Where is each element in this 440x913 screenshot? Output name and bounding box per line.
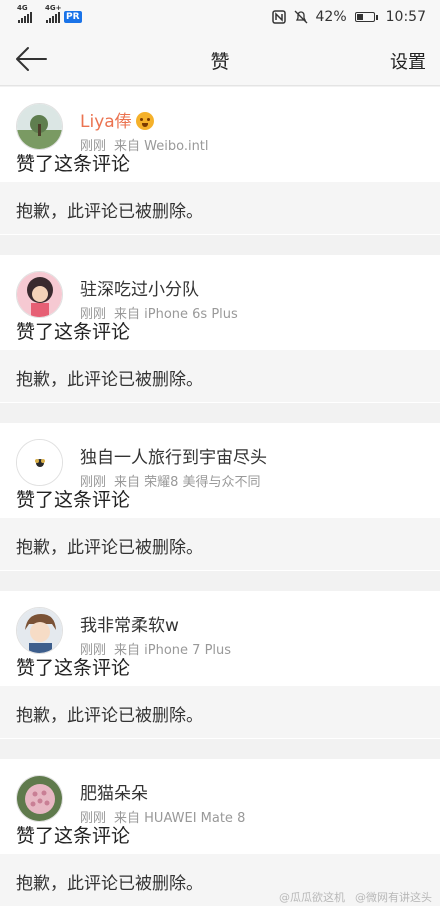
deleted-comment[interactable]: 抱歉，此评论已被删除。 xyxy=(0,350,440,402)
username[interactable]: Liya俸 xyxy=(80,107,154,132)
avatar[interactable] xyxy=(16,775,63,822)
signal-icon: 4G+ xyxy=(45,4,61,23)
network-type-label: 4G xyxy=(17,4,28,12)
username[interactable]: 驻深吃过小分队 xyxy=(80,275,199,300)
like-notification[interactable]: Liya俸 刚刚 来自 Weibo.intl 赞了这条评论 抱歉，此评论已被删除。 xyxy=(0,87,440,235)
like-action-text: 赞了这条评论 xyxy=(16,657,131,679)
watermark-right: @微网有讲这头 xyxy=(355,891,432,904)
clock: 10:57 xyxy=(385,9,426,25)
source-label: 来自 荣耀8 美得与众不同 xyxy=(114,475,261,490)
network-type-label: 4G+ xyxy=(45,4,62,12)
source-label: 来自 HUAWEI Mate 8 xyxy=(114,811,246,826)
nav-bar: 赞 设置 xyxy=(0,34,440,86)
status-left: 4G 4G+ PR xyxy=(17,4,82,23)
like-action-text: 赞了这条评论 xyxy=(16,153,131,175)
watermark-left: @瓜瓜欲这机 xyxy=(279,891,345,904)
signal-icon: 4G xyxy=(17,4,32,23)
avatar[interactable] xyxy=(16,439,63,486)
deleted-comment[interactable]: 抱歉，此评论已被删除。 xyxy=(0,686,440,738)
username[interactable]: 肥猫朵朵 xyxy=(80,779,148,804)
source-label: 来自 iPhone 7 Plus xyxy=(114,643,232,658)
watermark: @瓜瓜欲这机 @微网有讲这头 xyxy=(279,889,432,905)
mute-icon xyxy=(294,10,307,24)
like-notification[interactable]: 独自一人旅行到宇宙尽头 刚刚 来自 荣耀8 美得与众不同 赞了这条评论 抱歉，此评… xyxy=(0,423,440,571)
source-label: 来自 iPhone 6s Plus xyxy=(114,307,238,322)
avatar[interactable] xyxy=(16,271,63,318)
like-action-text: 赞了这条评论 xyxy=(16,321,131,343)
battery-icon xyxy=(354,12,378,22)
like-action-text: 赞了这条评论 xyxy=(16,489,131,511)
avatar[interactable] xyxy=(16,103,63,150)
status-right: 42% 10:57 xyxy=(271,9,426,25)
pr-badge: PR xyxy=(64,11,82,23)
like-notification[interactable]: 驻深吃过小分队 刚刚 来自 iPhone 6s Plus 赞了这条评论 抱歉，此评… xyxy=(0,255,440,403)
battery-percent: 42% xyxy=(315,9,347,25)
deleted-comment[interactable]: 抱歉，此评论已被删除。 xyxy=(0,182,440,234)
like-action-text: 赞了这条评论 xyxy=(16,825,131,847)
emoji-icon xyxy=(135,112,154,130)
deleted-comment[interactable]: 抱歉，此评论已被删除。 xyxy=(0,518,440,570)
nfc-icon xyxy=(271,10,286,24)
username[interactable]: 我非常柔软w xyxy=(80,611,179,636)
status-bar: 4G 4G+ PR 42% 10:57 xyxy=(0,0,440,34)
like-notification[interactable]: 我非常柔软w 刚刚 来自 iPhone 7 Plus 赞了这条评论 抱歉，此评论已… xyxy=(0,591,440,739)
settings-button[interactable]: 设置 xyxy=(390,48,426,74)
page-title: 赞 xyxy=(210,51,230,73)
username[interactable]: 独自一人旅行到宇宙尽头 xyxy=(80,443,267,468)
avatar[interactable] xyxy=(16,607,63,654)
